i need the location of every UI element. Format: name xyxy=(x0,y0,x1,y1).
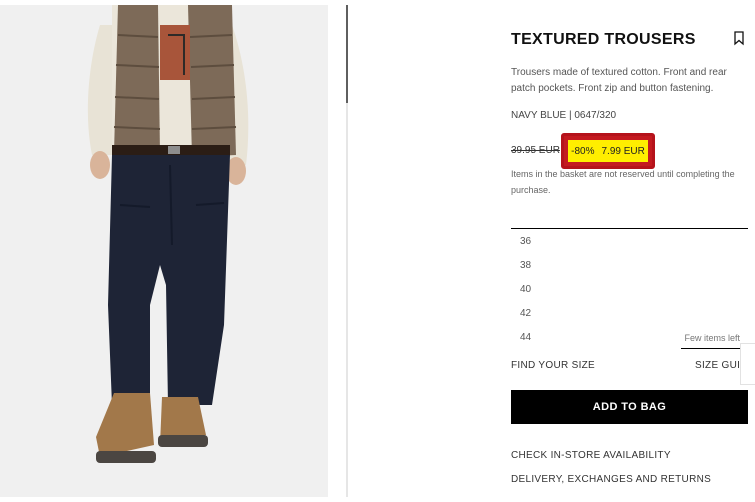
size-label: 38 xyxy=(520,260,532,271)
size-label: 44 xyxy=(520,332,532,343)
sale-price: 7.99 EUR xyxy=(601,145,645,157)
size-option-44[interactable]: 44 Few items left xyxy=(511,325,748,349)
size-guide-link[interactable]: SIZE GUIDE xyxy=(695,360,740,371)
size-label: 40 xyxy=(520,284,532,295)
size-label: 36 xyxy=(520,236,532,247)
product-description: Trousers made of textured cotton. Front … xyxy=(511,67,727,94)
size-list-end-divider xyxy=(681,348,748,349)
color-reference: NAVY BLUE | 0647/320 xyxy=(511,110,617,121)
size-option-40[interactable]: 40 xyxy=(511,277,748,301)
basket-note: Items in the basket are not reserved unt… xyxy=(511,169,735,195)
side-panel-tab[interactable] xyxy=(740,343,755,385)
model-photo-illustration xyxy=(0,5,328,497)
original-price: 39.95 EUR xyxy=(511,145,560,156)
check-in-store-link[interactable]: CHECK IN-STORE AVAILABILITY xyxy=(511,450,671,461)
product-image[interactable] xyxy=(0,5,328,497)
add-to-bag-button[interactable]: ADD TO BAG xyxy=(511,390,748,424)
size-option-38[interactable]: 38 xyxy=(511,253,748,277)
size-label: 42 xyxy=(520,308,532,319)
delivery-returns-link[interactable]: DELIVERY, EXCHANGES AND RETURNS xyxy=(511,474,711,485)
find-your-size-link[interactable]: FIND YOUR SIZE xyxy=(511,360,595,371)
stock-note: Few items left xyxy=(684,333,740,343)
size-option-36[interactable]: 36 xyxy=(511,229,748,253)
sale-price-highlight: -80% 7.99 EUR xyxy=(561,133,655,169)
product-title: TEXTURED TROUSERS xyxy=(511,31,696,48)
bookmark-icon[interactable] xyxy=(733,31,745,46)
discount-badge: -80% xyxy=(571,145,595,157)
size-option-42[interactable]: 42 xyxy=(511,301,748,325)
image-scroll-thumb[interactable] xyxy=(346,5,348,103)
